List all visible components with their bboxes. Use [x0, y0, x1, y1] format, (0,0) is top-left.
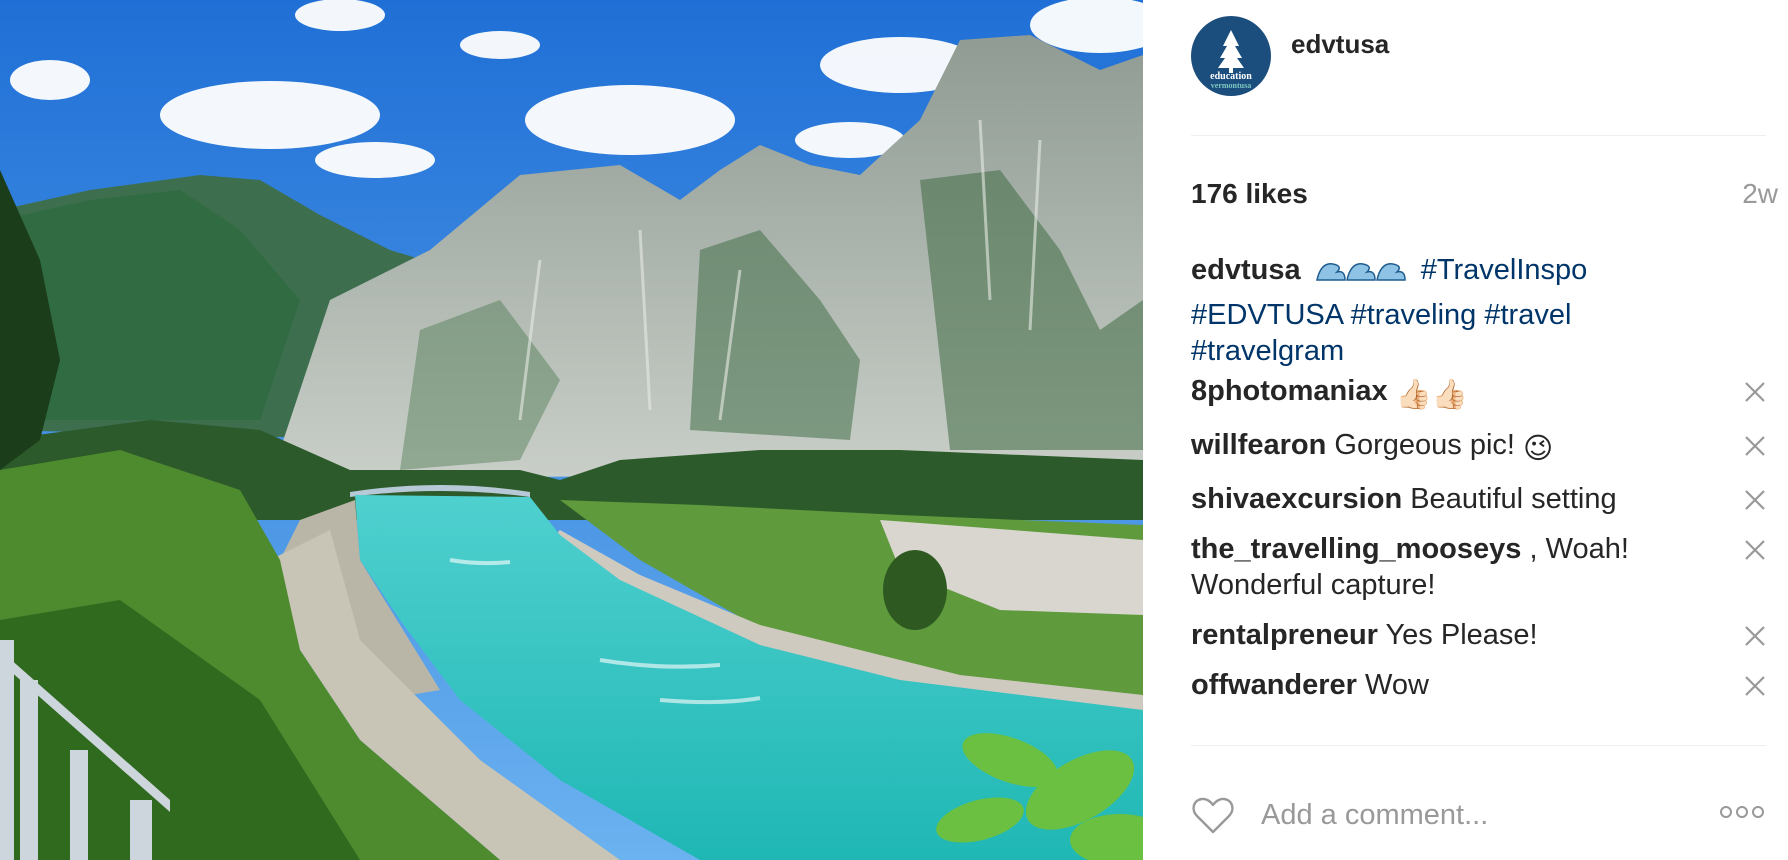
- comment-emoji: 😉: [1523, 433, 1554, 465]
- ellipsis-icon[interactable]: [1718, 802, 1766, 822]
- comment-text: Yes Please!: [1385, 619, 1538, 651]
- hashtag-link[interactable]: #travel: [1484, 299, 1571, 331]
- hashtag-link[interactable]: #TravelInspo: [1421, 254, 1588, 286]
- caption-username[interactable]: edvtusa: [1191, 254, 1301, 286]
- close-icon[interactable]: [1744, 675, 1766, 697]
- hashtag-link[interactable]: #traveling: [1351, 299, 1477, 331]
- header-username[interactable]: edvtusa: [1291, 29, 1389, 60]
- avatar-text-bottom: vermontusa: [1211, 81, 1251, 90]
- close-icon[interactable]: [1744, 435, 1766, 457]
- hashtag-link[interactable]: #EDVTUSA: [1191, 299, 1343, 331]
- close-icon[interactable]: [1744, 625, 1766, 647]
- comment-username[interactable]: rentalpreneur: [1191, 619, 1378, 651]
- wave-emoji-icon: [1315, 263, 1406, 281]
- post-photo[interactable]: [0, 0, 1143, 860]
- caption: edvtusa 🌊🌊🌊 #TravelInspo #EDVTUSA #trave…: [1191, 252, 1691, 369]
- comment-item: rentalpreneur Yes Please!: [1191, 617, 1766, 653]
- comment-item: willfearon Gorgeous pic! 😉: [1191, 427, 1766, 467]
- comment-username[interactable]: 8photomaniax: [1191, 375, 1388, 407]
- post-sidebar: education vermontusa edvtusa 176 likes 2…: [1143, 0, 1788, 860]
- comment-username[interactable]: the_travelling_mooseys: [1191, 533, 1521, 565]
- comment-item: shivaexcursion Beautiful setting: [1191, 481, 1766, 517]
- close-icon[interactable]: [1744, 381, 1766, 403]
- comment-emoji: 👍🏻👍🏻: [1395, 379, 1468, 411]
- comment-text: Beautiful setting: [1410, 483, 1617, 515]
- comment-text: Gorgeous pic!: [1334, 429, 1515, 461]
- close-icon[interactable]: [1744, 489, 1766, 511]
- comment-item: the_travelling_mooseys , Woah! Wonderful…: [1191, 531, 1766, 603]
- post-header: education vermontusa edvtusa: [1191, 16, 1788, 96]
- comment-username[interactable]: willfearon: [1191, 429, 1326, 461]
- comment-list: 8photomaniax 👍🏻👍🏻 willfearon Gorgeous pi…: [1191, 373, 1766, 717]
- likes-count[interactable]: 176 likes: [1191, 178, 1308, 210]
- comment-username[interactable]: shivaexcursion: [1191, 483, 1402, 515]
- post-age[interactable]: 2w: [1742, 178, 1778, 210]
- add-comment-input[interactable]: [1261, 798, 1681, 832]
- comment-item: offwanderer Wow: [1191, 667, 1766, 703]
- close-icon[interactable]: [1744, 539, 1766, 561]
- comment-username[interactable]: offwanderer: [1191, 669, 1357, 701]
- comment-item: 8photomaniax 👍🏻👍🏻: [1191, 373, 1766, 413]
- avatar[interactable]: education vermontusa: [1191, 16, 1271, 96]
- comment-text: Wow: [1365, 669, 1429, 701]
- heart-outline-icon[interactable]: [1191, 795, 1235, 835]
- divider: [1191, 745, 1766, 746]
- hashtag-link[interactable]: #travelgram: [1191, 335, 1344, 367]
- comment-composer: [1191, 790, 1766, 840]
- divider: [1191, 135, 1766, 136]
